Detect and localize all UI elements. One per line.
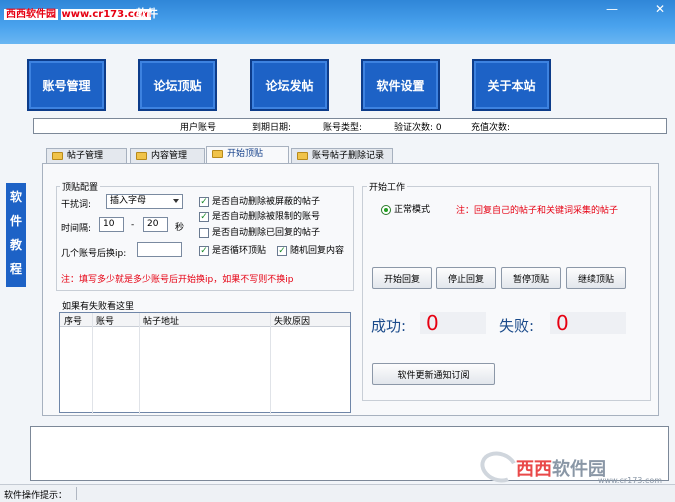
empty-checkbox-icon [199,228,209,238]
window-title: 软件 [136,7,158,20]
stop-reply-button[interactable]: 停止回复 [436,267,496,289]
check-icon: ✓ [199,212,209,222]
auto-delete-restricted-checkbox[interactable]: ✓ 是否自动删除被限制的账号 [199,212,320,223]
folder-icon [52,152,63,160]
fail-table[interactable]: 序号 账号 帖子地址 失败原因 [59,312,351,414]
tab-start-bump[interactable]: 开始顶贴 [206,146,289,164]
side-tab-char: 教 [9,238,22,252]
watermark-site: 西西软件园 [4,9,58,20]
watermark-top: 西西软件园 www.cr173.com [4,5,152,20]
interference-label: 干扰词: [61,200,92,210]
software-settings-button[interactable]: 软件设置 [361,59,440,111]
folder-icon [297,152,308,160]
fail-label: 失败: [499,317,535,335]
forum-post-button[interactable]: 论坛发帖 [250,59,329,111]
loop-bump-checkbox[interactable]: ✓ 是否循环顶贴 [199,246,266,257]
watermark-brand: 西西软件园 [516,455,606,481]
watermark-brand-a: 西西 [516,459,552,480]
ip-switch-note: 注：填写多少就是多少账号后开始换ip，如果不写则不换ip [61,275,294,285]
column-divider [139,313,140,414]
normal-mode-radio[interactable]: 正常模式 [381,205,430,216]
start-reply-button[interactable]: 开始回复 [372,267,432,289]
minimize-button[interactable]: — [600,0,624,18]
fail-table-title: 如果有失败看这里 [62,302,135,312]
side-tab-char: 件 [9,214,22,228]
checkbox-label: 随机回复内容 [290,246,345,256]
column-header-post-url[interactable]: 帖子地址 [143,314,179,327]
status-label: 软件操作提示： [4,491,68,501]
tab-label: 内容管理 [151,151,188,161]
tab-delete-records[interactable]: 账号帖子删除记录 [291,148,393,164]
interference-select[interactable]: 插入字母 [106,194,183,209]
recharge-count-label: 充值次数: [471,123,511,133]
account-info-bar: 用户账号 到期日期: 账号类型: 验证次数: 0 充值次数: [33,118,667,134]
interval-to-input[interactable]: 20 [143,217,168,232]
column-header-account[interactable]: 账号 [96,314,114,327]
side-tab-char: 软 [9,190,22,204]
interval-unit: 秒 [175,223,185,233]
check-icon: ✓ [277,246,287,256]
auto-delete-blocked-checkbox[interactable]: ✓ 是否自动删除被屏蔽的帖子 [199,197,320,208]
tab-label: 开始顶贴 [227,149,264,159]
user-account-label: 用户账号 [180,123,217,133]
start-work-title: 开始工作 [367,180,408,193]
forum-bump-button[interactable]: 论坛顶贴 [138,59,217,111]
bump-config-title: 顶贴配置 [60,180,101,193]
resume-bump-button[interactable]: 继续顶贴 [566,267,626,289]
status-bar: 软件操作提示： [0,484,675,502]
account-manage-button[interactable]: 账号管理 [27,59,106,111]
checkbox-label: 是否自动删除被限制的账号 [212,212,321,222]
ip-switch-label: 几个账号后换ip: [61,249,127,259]
pause-bump-button[interactable]: 暂停顶贴 [501,267,561,289]
folder-icon [212,150,223,158]
ip-switch-input[interactable] [137,242,182,257]
close-button[interactable]: ✕ [648,0,672,18]
success-label: 成功: [371,317,407,335]
column-divider [92,313,93,414]
checkbox-label: 是否自动删除已回复的帖子 [212,228,321,238]
auto-delete-replied-checkbox[interactable]: 是否自动删除已回复的帖子 [199,228,320,239]
tab-label: 账号帖子删除记录 [312,151,385,161]
title-bar: 西西软件园 www.cr173.com 软件 — ✕ [0,0,675,44]
update-notify-button[interactable]: 软件更新通知订阅 [372,363,495,385]
tutorial-side-tab[interactable]: 软 件 教 程 [6,183,26,287]
check-icon: ✓ [199,246,209,256]
expire-date-label: 到期日期: [252,123,292,133]
mode-note: 注：回复自己的帖子和关键词采集的帖子 [456,206,619,216]
random-reply-checkbox[interactable]: ✓ 随机回复内容 [277,246,344,257]
interval-label: 时间隔: [61,224,92,234]
column-divider [270,313,271,414]
radio-selected-icon [381,205,391,215]
interval-from-input[interactable]: 10 [99,217,124,232]
tab-label: 帖子管理 [67,151,104,161]
watermark-logo: 西西软件园 www.cr173.com [476,446,662,488]
side-tab-char: 程 [9,262,22,276]
radio-label: 正常模式 [394,205,431,215]
verify-count-label: 验证次数: 0 [394,123,442,133]
interference-value: 插入字母 [110,196,147,206]
success-count: 0 [420,312,486,334]
checkbox-label: 是否自动删除被屏蔽的帖子 [212,197,321,207]
fail-count: 0 [550,312,626,334]
column-header-fail-reason[interactable]: 失败原因 [274,314,310,327]
interval-dash: - [131,220,135,230]
status-divider [76,487,77,500]
chevron-down-icon [173,199,179,203]
about-button[interactable]: 关于本站 [472,59,551,111]
column-header-index[interactable]: 序号 [64,314,82,327]
account-type-label: 账号类型: [323,123,363,133]
tab-content-manage[interactable]: 内容管理 [130,148,205,164]
tab-post-manage[interactable]: 帖子管理 [46,148,127,164]
folder-icon [136,152,147,160]
checkbox-label: 是否循环顶贴 [212,246,267,256]
check-icon: ✓ [199,197,209,207]
